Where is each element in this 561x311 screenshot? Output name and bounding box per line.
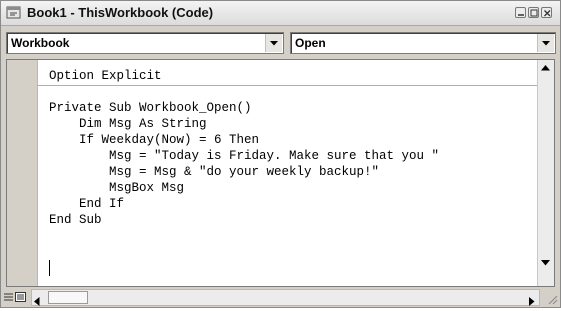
close-icon[interactable] — [541, 7, 552, 18]
minimize-icon[interactable] — [515, 7, 526, 18]
code-line: Dim Msg As String — [49, 117, 207, 131]
window-title: Book1 - ThisWorkbook (Code) — [27, 5, 214, 20]
code-editor[interactable]: Option Explicit Private Sub Workbook_Open… — [6, 59, 555, 287]
procedure-dropdown-value: Open — [295, 36, 326, 50]
vba-code-window-icon — [6, 5, 22, 21]
code-line: End If — [49, 197, 125, 211]
text-cursor — [49, 260, 50, 276]
scroll-right-arrow-icon[interactable] — [529, 293, 535, 311]
code-line: MsgBox Msg — [49, 181, 185, 195]
vertical-scrollbar[interactable] — [537, 60, 554, 286]
procedure-separator — [37, 85, 538, 86]
scroll-down-arrow-icon[interactable] — [538, 255, 554, 271]
maximize-icon[interactable] — [528, 7, 539, 18]
title-bar[interactable]: Book1 - ThisWorkbook (Code) — [1, 1, 560, 26]
chevron-down-icon[interactable] — [537, 34, 554, 52]
resize-grip-icon[interactable] — [546, 292, 558, 305]
procedure-dropdown[interactable]: Open — [290, 32, 556, 54]
bottom-bar — [1, 288, 560, 307]
horizontal-scroll-thumb[interactable] — [48, 291, 88, 304]
scroll-left-arrow-icon[interactable] — [34, 293, 40, 311]
code-line: Msg = Msg & "do your weekly backup!" — [49, 165, 380, 179]
code-line: End Sub — [49, 213, 102, 227]
code-line: Msg = "Today is Friday. Make sure that y… — [49, 149, 440, 163]
code-window: Book1 - ThisWorkbook (Code) Workbook Ope… — [0, 0, 561, 308]
procedure-view-icon[interactable] — [3, 290, 15, 304]
horizontal-scrollbar[interactable] — [31, 289, 540, 306]
margin-indicator-bar[interactable] — [7, 60, 38, 286]
chevron-down-icon[interactable] — [265, 34, 282, 52]
code-line: Private Sub Workbook_Open() — [49, 101, 252, 115]
full-module-view-icon[interactable] — [15, 290, 27, 304]
object-dropdown[interactable]: Workbook — [6, 32, 284, 54]
code-line: Option Explicit — [49, 69, 162, 83]
scroll-up-arrow-icon[interactable] — [538, 60, 554, 76]
object-dropdown-value: Workbook — [11, 36, 70, 50]
code-text: Option Explicit Private Sub Workbook_Open… — [49, 68, 439, 228]
code-line: If Weekday(Now) = 6 Then — [49, 133, 260, 147]
